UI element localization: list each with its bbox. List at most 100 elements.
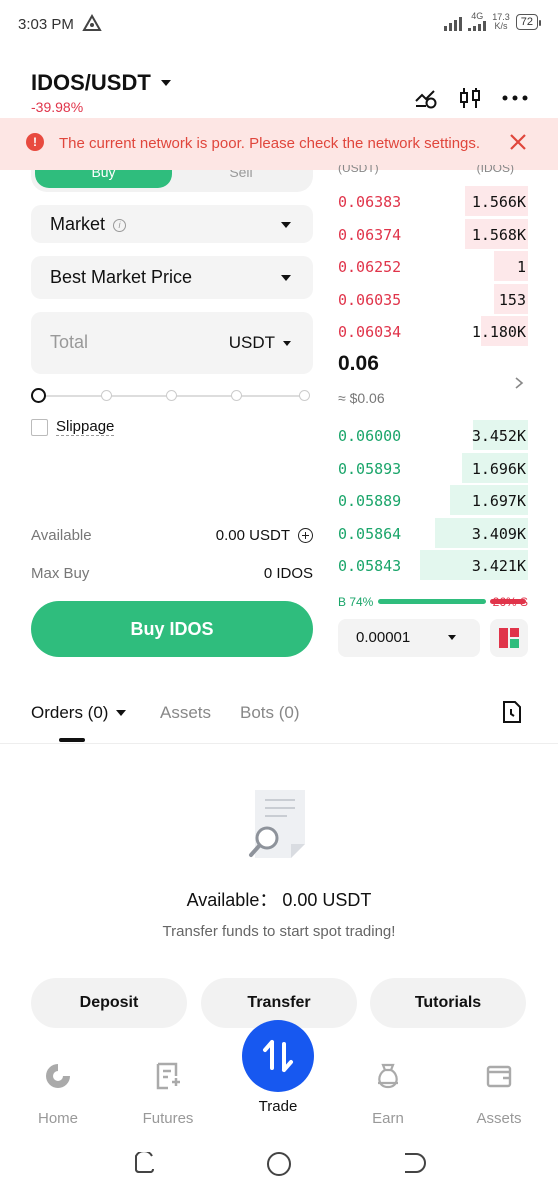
buy-ratio: B 74% [338, 595, 374, 609]
signal-icon [444, 13, 463, 31]
slippage-checkbox[interactable] [31, 418, 48, 436]
ask-row[interactable]: 0.06035 153 [338, 283, 528, 314]
bid-row[interactable]: 0.06000 3.452K [338, 420, 528, 450]
buy-button[interactable]: Buy IDOS [31, 601, 313, 657]
battery-icon: 72 [515, 13, 542, 30]
order-qty: 1.180K [471, 323, 526, 341]
orderbook-header: (USDT) (IDOS) [338, 165, 528, 179]
slippage-option[interactable]: Slippage [31, 418, 115, 436]
order-qty: 3.452K [471, 427, 526, 445]
buy-tab[interactable]: Buy [35, 170, 172, 188]
order-price: 0.06374 [338, 225, 402, 244]
order-price: 0.05843 [338, 557, 402, 575]
close-icon[interactable] [508, 132, 528, 152]
price-alert-icon[interactable] [414, 87, 438, 109]
orderbook-qty-header: (IDOS) [476, 165, 514, 175]
slider-stop-100[interactable] [299, 390, 310, 401]
chevron-down-icon [116, 710, 127, 716]
header-actions [414, 86, 528, 110]
bid-row[interactable]: 0.05864 3.409K [338, 517, 528, 548]
orderbook-price-header: (USDT) [338, 165, 379, 175]
ask-row[interactable]: 0.06383 1.566K [338, 186, 528, 216]
nav-home-label: Home [37, 1110, 78, 1127]
order-price: 0.05864 [338, 524, 402, 543]
tab-assets[interactable]: Assets [160, 703, 211, 723]
order-type-select[interactable]: Market i [31, 205, 313, 243]
total-placeholder: Total [50, 332, 89, 352]
max-buy-label: Max Buy [31, 565, 90, 582]
nav-futures-label: Futures [142, 1110, 194, 1127]
slider-stop-50[interactable] [166, 390, 177, 401]
chevron-down-icon [281, 275, 291, 281]
order-price: 0.05893 [338, 459, 402, 478]
order-price: 0.06035 [338, 290, 402, 309]
layout-icon [499, 628, 519, 648]
home-system-icon[interactable] [266, 1151, 292, 1177]
available-row: Available 0.00 USDT [31, 527, 313, 544]
add-funds-icon[interactable] [298, 528, 313, 543]
order-qty: 1.566K [471, 193, 526, 211]
pair-title: IDOS/USDT [31, 70, 151, 95]
price-change: -39.98% [31, 99, 84, 115]
last-price: 0.06 [338, 352, 379, 375]
network-indicator: 4G [468, 11, 487, 31]
bid-row[interactable]: 0.05889 1.697K [338, 485, 528, 515]
orderbook-layout-button[interactable] [490, 619, 528, 657]
bid-row[interactable]: 0.05893 1.696K [338, 452, 528, 483]
empty-available: Available： 0.00 USDT [186, 890, 372, 910]
last-price-usd: ≈ $0.06 [338, 390, 385, 406]
network-type: 4G [471, 11, 484, 21]
slippage-label: Slippage [56, 418, 115, 436]
precision-select[interactable]: 0.00001 [338, 619, 480, 657]
sell-tab[interactable]: Sell [191, 170, 291, 188]
ask-row[interactable]: 0.06374 1.568K [338, 218, 528, 249]
precision-value: 0.00001 [356, 629, 411, 646]
nav-earn-label: Earn [372, 1110, 404, 1127]
order-price: 0.06000 [338, 427, 402, 445]
slider-handle[interactable] [31, 388, 46, 403]
tab-bots[interactable]: Bots (0) [240, 703, 300, 723]
app-notification-icon [82, 14, 102, 31]
more-icon[interactable] [502, 95, 528, 101]
ask-row[interactable]: 0.06252 1 [338, 251, 528, 281]
price-mode-select[interactable]: Best Market Price [31, 256, 313, 299]
buy-sell-toggle: Buy Sell [31, 170, 313, 192]
status-right: 4G 17.3 K/s 72 [444, 11, 542, 31]
ask-row[interactable]: 0.06034 1.180K [338, 316, 528, 346]
chevron-down-icon [283, 340, 291, 346]
status-time: 3:03 PM [18, 16, 74, 33]
order-history-icon[interactable] [501, 700, 523, 724]
order-price: 0.06252 [338, 258, 402, 276]
tab-orders[interactable]: Orders (0) [31, 703, 127, 723]
status-bar: 3:03 PM 4G 17.3 K/s 72 [0, 0, 558, 48]
bid-row[interactable]: 0.05843 3.421K [338, 550, 528, 580]
chevron-down-icon [281, 222, 291, 228]
available-label: Available [31, 527, 92, 544]
info-icon[interactable]: i [113, 219, 127, 232]
order-type-value: Market i [50, 214, 127, 235]
slider-stop-25[interactable] [101, 390, 112, 401]
network-alert-banner: ! The current network is poor. Please ch… [0, 118, 558, 170]
pair-selector[interactable]: IDOS/USDT [31, 70, 171, 96]
back-icon[interactable] [402, 1152, 426, 1174]
deposit-button[interactable]: Deposit [31, 978, 187, 1028]
order-qty: 1.568K [471, 225, 526, 244]
order-qty: 1.696K [471, 459, 526, 478]
network-speed: 17.3 K/s [492, 12, 510, 31]
amount-slider[interactable] [31, 388, 313, 404]
chevron-right-icon[interactable] [514, 376, 524, 390]
nav-trade-label: Trade [258, 1098, 298, 1115]
total-currency-select[interactable]: USDT [229, 333, 291, 353]
futures-icon [156, 1062, 180, 1090]
nav-trade[interactable] [242, 1020, 314, 1092]
speed-unit: K/s [494, 20, 508, 31]
slider-stop-75[interactable] [231, 390, 242, 401]
recents-icon[interactable] [132, 1152, 156, 1174]
empty-orders-illustration [249, 790, 305, 858]
total-input[interactable]: Total USDT [31, 312, 313, 374]
tutorials-button[interactable]: Tutorials [370, 978, 526, 1028]
chevron-down-icon [448, 635, 456, 640]
candlestick-chart-icon[interactable] [458, 86, 482, 110]
alert-icon: ! [26, 133, 44, 151]
buy-sell-ratio: B 74% 26% S [338, 594, 528, 610]
